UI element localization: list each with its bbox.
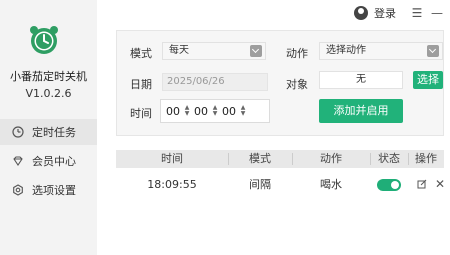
column-header-status: 状态 xyxy=(378,152,400,165)
app-name: 小番茄定时关机 xyxy=(10,70,87,83)
chevron-down-icon xyxy=(250,45,262,57)
sidebar-item-scheduled-tasks[interactable]: 定时任务 xyxy=(0,119,97,145)
action-label: 动作 xyxy=(286,47,308,60)
edit-icon[interactable] xyxy=(417,179,427,192)
second-field[interactable]: 00 xyxy=(221,105,237,118)
delete-icon[interactable]: ✕ xyxy=(435,177,445,191)
hour-spinner-icon[interactable]: ▲ ▼ xyxy=(183,105,191,117)
column-header-operations: 操作 xyxy=(415,152,437,165)
minute-spinner-icon[interactable]: ▲ ▼ xyxy=(211,105,219,117)
title-bar-controls: 登录 ☰ — xyxy=(354,5,444,21)
date-field[interactable]: 2025/06/26 xyxy=(162,73,268,91)
action-select-value: 选择动作 xyxy=(326,45,366,56)
target-field[interactable]: 无 xyxy=(319,71,403,89)
table-row: 18:09:55 间隔 喝水 ✕ xyxy=(116,174,445,196)
sidebar-item-settings[interactable]: 选项设置 xyxy=(0,177,97,203)
hour-field[interactable]: 00 xyxy=(165,105,181,118)
row-action: 喝水 xyxy=(320,178,342,191)
select-target-button[interactable]: 选择 xyxy=(413,71,443,89)
second-spinner-icon[interactable]: ▲ ▼ xyxy=(239,105,247,117)
gear-icon xyxy=(12,184,24,196)
action-select[interactable]: 选择动作 xyxy=(319,42,443,60)
row-status-toggle[interactable] xyxy=(377,179,401,191)
time-label: 时间 xyxy=(130,107,152,120)
task-table-header: 时间 模式 动作 状态 操作 xyxy=(116,150,444,168)
chevron-down-icon xyxy=(427,45,439,57)
minimize-icon[interactable]: — xyxy=(430,6,444,20)
column-header-time: 时间 xyxy=(161,152,183,165)
sidebar-item-label: 会员中心 xyxy=(32,155,76,168)
task-form-panel: 模式 每天 动作 选择动作 日期 2025/06/26 对象 无 选择 时间 0… xyxy=(116,30,444,136)
column-header-action: 动作 xyxy=(320,152,342,165)
column-header-mode: 模式 xyxy=(249,152,271,165)
sidebar-item-member-center[interactable]: 会员中心 xyxy=(0,148,97,174)
diamond-icon xyxy=(12,155,24,167)
sidebar-item-label: 定时任务 xyxy=(32,126,76,139)
clock-icon xyxy=(12,126,24,138)
target-label: 对象 xyxy=(286,78,308,91)
menu-icon[interactable]: ☰ xyxy=(410,6,424,20)
app-version: V1.0.2.6 xyxy=(25,87,72,100)
row-mode: 间隔 xyxy=(249,178,271,191)
mode-label: 模式 xyxy=(130,47,152,60)
alarm-clock-logo-icon xyxy=(28,24,60,56)
date-label: 日期 xyxy=(130,78,152,91)
mode-select[interactable]: 每天 xyxy=(162,42,266,60)
mode-select-value: 每天 xyxy=(169,45,189,56)
minute-field[interactable]: 00 xyxy=(193,105,209,118)
user-avatar-icon[interactable] xyxy=(354,6,368,20)
sidebar: 小番茄定时关机 V1.0.2.6 定时任务 会员中心 选项设置 xyxy=(0,0,97,255)
sidebar-item-label: 选项设置 xyxy=(32,184,76,197)
add-and-enable-button[interactable]: 添加并启用 xyxy=(319,99,403,123)
login-link[interactable]: 登录 xyxy=(374,5,396,21)
row-time: 18:09:55 xyxy=(147,178,197,191)
time-picker[interactable]: 00 ▲ ▼ 00 ▲ ▼ 00 ▲ ▼ xyxy=(160,99,270,123)
